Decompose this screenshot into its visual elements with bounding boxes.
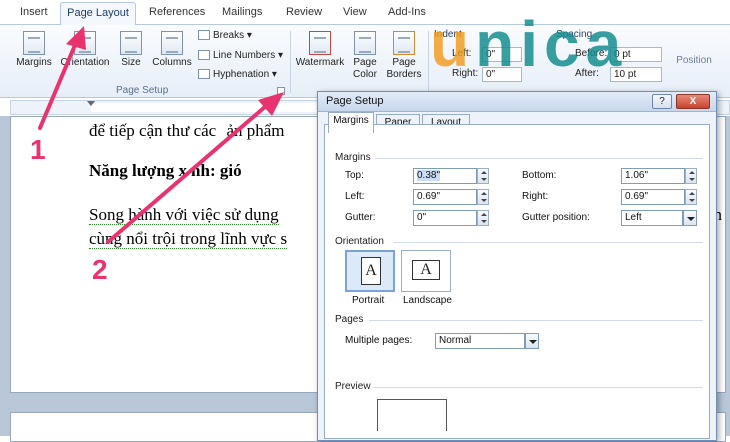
arrow-2-line — [106, 104, 268, 244]
tab-margins[interactable]: Margins — [328, 112, 374, 133]
bottom-label: Bottom: — [522, 170, 557, 181]
multiple-pages-label: Multiple pages: — [345, 335, 413, 346]
landscape-icon: A — [412, 260, 440, 280]
portrait-option[interactable]: A — [345, 250, 395, 292]
bottom-margin-input[interactable]: 1.06" — [621, 168, 685, 184]
bottom-spin-button[interactable] — [685, 168, 697, 184]
divider — [369, 320, 703, 321]
margins-section-label: Margins — [335, 152, 371, 163]
left-spin-button[interactable] — [477, 189, 489, 205]
callout-number-1: 1 — [30, 134, 46, 165]
close-button[interactable]: X — [676, 94, 710, 109]
right-label: Right: — [522, 191, 549, 202]
top-spin-button[interactable] — [477, 168, 489, 184]
multiple-pages-dropdown-icon[interactable] — [525, 333, 539, 349]
arrow-1-head-icon — [66, 26, 86, 50]
callout-number-2: 2 — [92, 254, 108, 285]
top-label: Top: — [345, 170, 364, 181]
portrait-icon: A — [361, 257, 381, 285]
orientation-section-label: Orientation — [335, 236, 384, 247]
divider — [375, 158, 703, 159]
gutter-label: Gutter: — [345, 212, 376, 223]
landscape-option[interactable]: A — [401, 250, 451, 292]
preview-page — [377, 399, 447, 431]
dialog-title-bar[interactable]: Page Setup ? X — [318, 92, 716, 112]
divider — [373, 387, 703, 388]
landscape-label: Landscape — [403, 295, 452, 306]
tab-page-layout-label: Page Layout — [67, 7, 129, 19]
pages-section-label: Pages — [335, 314, 364, 325]
left-label: Left: — [345, 191, 365, 202]
left-margin-input[interactable]: 0.69" — [413, 189, 477, 205]
dialog-title: Page Setup — [326, 95, 384, 107]
right-spin-button[interactable] — [685, 189, 697, 205]
gutter-position-dropdown-icon[interactable] — [683, 210, 697, 226]
multiple-pages-select[interactable]: Normal — [435, 333, 525, 349]
preview-section-label: Preview — [335, 381, 371, 392]
help-button[interactable]: ? — [652, 94, 672, 109]
tab-page-layout[interactable]: Page Layout — [60, 2, 136, 25]
right-margin-input[interactable]: 0.69" — [621, 189, 685, 205]
divider — [393, 242, 703, 243]
top-margin-input[interactable]: 0.38" — [413, 168, 477, 184]
gutter-position-select[interactable]: Left — [621, 210, 683, 226]
page-setup-dialog: Page Setup ? X Margins Paper Layout Marg… — [317, 91, 717, 441]
portrait-label: Portrait — [352, 295, 385, 306]
dialog-body: Margins Top: 0.38" Bottom: 1.06" Left: 0… — [324, 124, 710, 439]
arrow-1-line — [38, 36, 80, 130]
gutter-spin-button[interactable] — [477, 210, 489, 226]
gutter-input[interactable]: 0" — [413, 210, 477, 226]
arrow-2-head-icon — [258, 92, 284, 116]
gutter-position-label: Gutter position: — [522, 212, 590, 223]
